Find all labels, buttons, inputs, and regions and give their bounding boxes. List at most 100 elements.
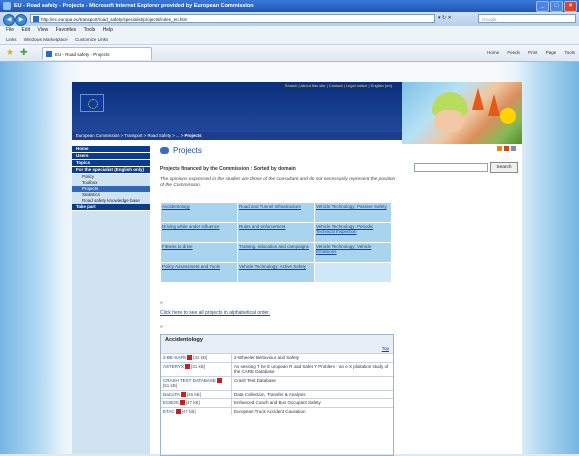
sidebar-nav: Home Users Topics For the specialist (En…	[72, 146, 150, 454]
bullet-arrow-icon: »	[160, 300, 163, 306]
file-size: [32 kB]	[193, 355, 208, 360]
forward-button[interactable]: ▶	[15, 14, 27, 26]
web-page: Search | About this site | Contact | Leg…	[72, 82, 522, 456]
link-customize-links[interactable]: Customize Links	[75, 37, 108, 42]
project-link[interactable]: ETAC	[163, 409, 175, 414]
project-link[interactable]: ECBOS	[163, 400, 179, 405]
window-titlebar: EU - Road safety - Projects - Microsoft …	[0, 0, 579, 12]
favicon-icon	[33, 16, 39, 22]
page-subtitle: Projects financed by the Commission : So…	[160, 166, 296, 172]
menu-file[interactable]: File	[6, 27, 14, 33]
project-link[interactable]: ASTERYX	[163, 364, 184, 369]
accidentology-table: Accidentology Top 2-BE-SAFE [32 kB] 2-Whe…	[160, 334, 394, 456]
print-button[interactable]: Print	[528, 50, 537, 55]
domain-link[interactable]: Vehicle Technology: Passive Safety	[315, 203, 391, 222]
pdf-icon[interactable]	[180, 391, 186, 397]
crumb-road-safety[interactable]: Road Safety	[147, 133, 171, 138]
domain-cell-empty	[315, 263, 391, 282]
ie-icon	[3, 2, 11, 10]
page-title: Projects	[160, 146, 202, 155]
pdf-icon[interactable]	[184, 363, 190, 369]
crumb-transport[interactable]: Transport	[124, 133, 142, 138]
traffic-cone-icon	[472, 88, 484, 110]
sidebar-item-specialist[interactable]: For the specialist (English only)	[72, 167, 150, 174]
address-url: http://ec.europa.eu/transport/road_safet…	[41, 17, 188, 22]
links-label: Links	[6, 37, 17, 42]
disclaimer-note: The opinions expressed in the studies ar…	[160, 177, 396, 188]
domain-link[interactable]: Training, education and campaigns	[238, 243, 314, 262]
domain-link[interactable]: Vehicle Technology: Periodic Technical I…	[315, 223, 391, 242]
refresh-stop-icons[interactable]: ▾ ↻ ✕	[438, 15, 452, 21]
sidebar-item-topics[interactable]: Topics	[72, 160, 150, 167]
menu-favorites[interactable]: Favorites	[56, 27, 77, 33]
link-windows-marketplace[interactable]: Windows Marketplace	[24, 37, 68, 42]
top-link[interactable]: Top	[382, 346, 389, 351]
feeds-button[interactable]: Feeds	[507, 50, 520, 55]
pdf-icon[interactable]	[179, 400, 185, 405]
home-button[interactable]: Home	[487, 50, 499, 55]
domain-link[interactable]: Policy Assessment and Tools	[161, 263, 237, 282]
breadcrumb: European Commission > Transport > Road S…	[72, 132, 402, 140]
domain-link[interactable]: Fitness to drive	[161, 243, 237, 262]
tools-button[interactable]: Tools	[564, 50, 575, 55]
page-button[interactable]: Page	[546, 50, 557, 55]
tab-bar: ★ ✚ EU - Road safety - Projects Home Fee…	[0, 45, 579, 62]
table-row: DaCoTA [46 kB] Data Collection, Transfer …	[161, 389, 393, 398]
site-search-input[interactable]	[414, 163, 488, 172]
sidebar-item-take-part[interactable]: Take part	[72, 204, 150, 211]
sidebar-item-home[interactable]: Home	[72, 146, 150, 153]
tab-current[interactable]: EU - Road safety - Projects	[42, 47, 152, 60]
alphabetical-link[interactable]: Click here to see all projects in alphab…	[160, 310, 270, 316]
minimize-button[interactable]: _	[536, 1, 549, 12]
address-toolbar: ◀ ▶ http://ec.europa.eu/transport/road_s…	[0, 12, 579, 26]
back-button[interactable]: ◀	[3, 14, 15, 26]
add-favorites-icon[interactable]: ✚	[20, 48, 28, 57]
pdf-version-icon[interactable]	[504, 146, 509, 151]
file-size: [46 kB]	[186, 391, 201, 397]
file-size: [31 kB]	[190, 363, 205, 369]
domain-link[interactable]: Road and Tunnel Infrastructure	[238, 203, 314, 222]
menu-tools[interactable]: Tools	[84, 27, 96, 33]
command-bar: Home Feeds Print Page Tools	[480, 50, 575, 55]
crumb-ec[interactable]: European Commission	[76, 133, 119, 138]
top-links[interactable]: Search | About this site | Contact | Leg…	[285, 83, 392, 88]
print-icon[interactable]	[511, 146, 516, 151]
project-link[interactable]: DaCoTA	[163, 392, 180, 397]
sidebar-item-users[interactable]: Users	[72, 153, 150, 160]
table-row: ECBOS [47 kB] Enhanced Coach and Bus Occu…	[161, 398, 393, 407]
project-link[interactable]: CRASH TEST DATABASE	[163, 378, 216, 383]
domain-link[interactable]: Rules and enforcement	[238, 223, 314, 242]
file-size: [51 kB]	[163, 383, 178, 388]
rss-icon[interactable]	[497, 146, 502, 151]
page-tools	[497, 146, 516, 151]
table-row: 2-BE-SAFE [32 kB] 2-Wheeler Behaviour and…	[161, 353, 393, 362]
crumb-ellipsis[interactable]: ...	[176, 133, 180, 138]
menu-edit[interactable]: Edit	[21, 27, 30, 33]
section-title: Accidentology	[165, 337, 203, 343]
table-row: CRASH TEST DATABASE[51 kB] Crash Test Da…	[161, 375, 393, 390]
address-bar[interactable]: http://ec.europa.eu/transport/road_safet…	[30, 14, 435, 23]
menu-help[interactable]: Help	[103, 27, 113, 33]
maximize-button[interactable]: □	[550, 1, 563, 12]
pdf-icon[interactable]	[175, 408, 181, 414]
close-button[interactable]: ×	[564, 1, 577, 12]
domain-link[interactable]: Accidentology	[161, 203, 237, 222]
search-button[interactable]: Search	[490, 162, 518, 173]
window-controls: _ □ ×	[536, 1, 577, 12]
menu-view[interactable]: View	[37, 27, 48, 33]
domain-link[interactable]: Vehicle Technology: Vehicle Emissions	[315, 243, 391, 262]
pdf-icon[interactable]	[187, 355, 193, 360]
table-header: Accidentology Top	[161, 335, 393, 353]
banner-photo	[402, 82, 522, 144]
domain-link[interactable]: Driving while under influence	[161, 223, 237, 242]
file-size: [47 kB]	[181, 408, 196, 414]
search-input[interactable]: Google	[478, 14, 576, 23]
table-row: ETAC [47 kB] European Truck Accident Caus…	[161, 406, 393, 415]
pdf-icon[interactable]	[216, 377, 222, 383]
project-description: Data Collection, Transfer & Analysis	[231, 390, 393, 398]
project-link[interactable]: 2-BE-SAFE	[163, 355, 186, 360]
page-viewport: Search | About this site | Contact | Leg…	[0, 62, 579, 456]
favorites-star-icon[interactable]: ★	[6, 48, 14, 57]
domain-link[interactable]: Vehicle Technology: Active Safety	[238, 263, 314, 282]
project-description: European Truck Accident Causation	[231, 407, 393, 415]
